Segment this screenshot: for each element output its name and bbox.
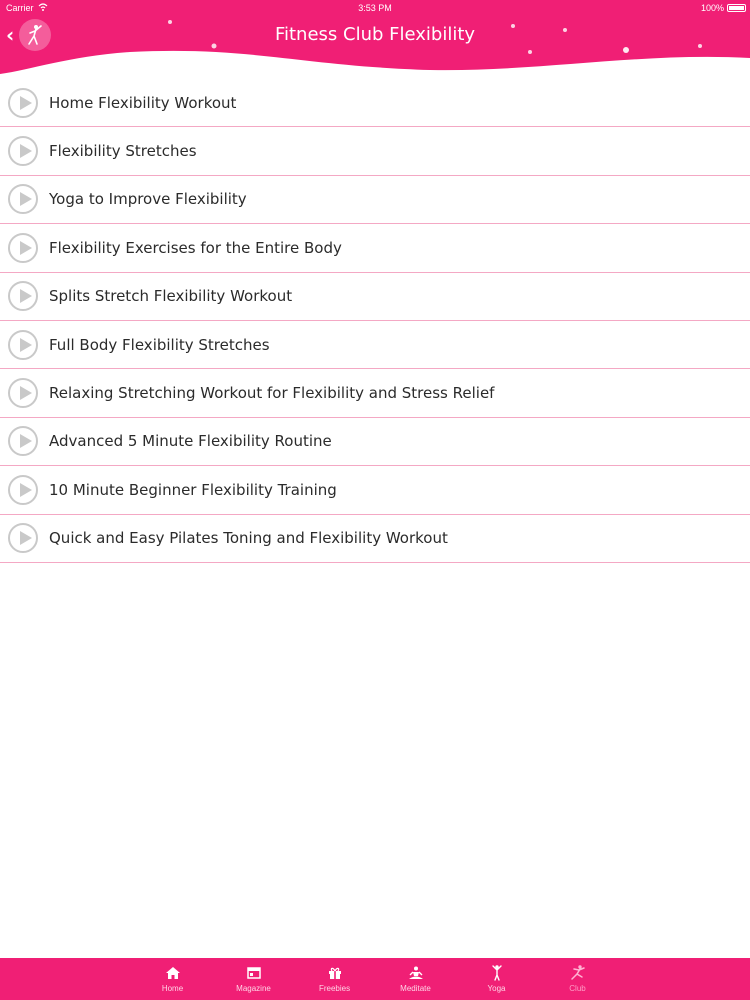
tab-magazine[interactable]: Magazine	[213, 958, 294, 1000]
tab-label: Club	[569, 984, 586, 993]
list-item[interactable]: Relaxing Stretching Workout for Flexibil…	[0, 369, 750, 418]
list-item-label: Home Flexibility Workout	[49, 93, 237, 112]
list-item-label: 10 Minute Beginner Flexibility Training	[49, 480, 337, 499]
list-item[interactable]: 10 Minute Beginner Flexibility Training	[0, 466, 750, 515]
list-item[interactable]: Splits Stretch Flexibility Workout	[0, 273, 750, 321]
tab-yoga[interactable]: Yoga	[456, 958, 537, 1000]
play-icon	[8, 378, 38, 409]
status-time: 3:53 PM	[358, 3, 392, 13]
list-item[interactable]: Quick and Easy Pilates Toning and Flexib…	[0, 515, 750, 563]
list-item-label: Quick and Easy Pilates Toning and Flexib…	[49, 529, 448, 548]
meditate-icon	[408, 965, 424, 981]
tab-freebies[interactable]: Freebies	[294, 958, 375, 1000]
list-item[interactable]: Full Body Flexibility Stretches	[0, 321, 750, 370]
tab-label: Yoga	[487, 984, 506, 993]
tab-meditate[interactable]: Meditate	[375, 958, 456, 1000]
list-item-label: Relaxing Stretching Workout for Flexibil…	[49, 384, 495, 403]
list-item-label: Full Body Flexibility Stretches	[49, 335, 270, 354]
magazine-icon	[246, 965, 262, 981]
tab-label: Meditate	[400, 984, 431, 993]
club-icon	[570, 965, 586, 981]
status-battery-percent: 100%	[700, 3, 724, 13]
list-item-label: Flexibility Stretches	[49, 142, 197, 161]
home-icon	[165, 965, 181, 981]
list-item-label: Splits Stretch Flexibility Workout	[49, 287, 293, 306]
play-icon	[8, 329, 38, 360]
play-icon	[8, 232, 38, 263]
play-icon	[8, 136, 38, 167]
list-item[interactable]: Home Flexibility Workout	[0, 79, 750, 128]
play-icon	[8, 523, 38, 554]
tab-label: Magazine	[236, 984, 271, 993]
tab-bar: Home Magazine Freebies Meditate Yoga Clu…	[0, 958, 750, 1000]
play-icon	[8, 87, 38, 118]
list-item[interactable]: Yoga to Improve Flexibility	[0, 176, 750, 225]
play-icon	[8, 184, 38, 215]
list-item-label: Flexibility Exercises for the Entire Bod…	[49, 238, 342, 257]
status-bar: Carrier 3:53 PM 100%	[0, 0, 750, 16]
header: Carrier 3:53 PM 100% ‹ Fitness Club Flex…	[0, 0, 750, 80]
list-item-label: Yoga to Improve Flexibility	[49, 190, 247, 209]
tab-label: Freebies	[318, 984, 351, 993]
gift-icon	[327, 965, 343, 981]
play-icon	[8, 474, 38, 505]
list-item[interactable]: Advanced 5 Minute Flexibility Routine	[0, 418, 750, 467]
list-item[interactable]: Flexibility Stretches	[0, 127, 750, 176]
play-icon	[8, 281, 38, 312]
play-icon	[8, 426, 38, 457]
list-item-label: Advanced 5 Minute Flexibility Routine	[49, 432, 332, 451]
list-item[interactable]: Flexibility Exercises for the Entire Bod…	[0, 224, 750, 273]
yoga-icon	[489, 965, 505, 981]
tab-club[interactable]: Club	[537, 958, 618, 1000]
tab-home[interactable]: Home	[132, 958, 213, 1000]
battery-icon	[727, 4, 746, 12]
workout-list: Home Flexibility Workout Flexibility Str…	[0, 79, 750, 563]
tab-label: Home	[161, 984, 184, 993]
page-title: Fitness Club Flexibility	[274, 24, 476, 45]
